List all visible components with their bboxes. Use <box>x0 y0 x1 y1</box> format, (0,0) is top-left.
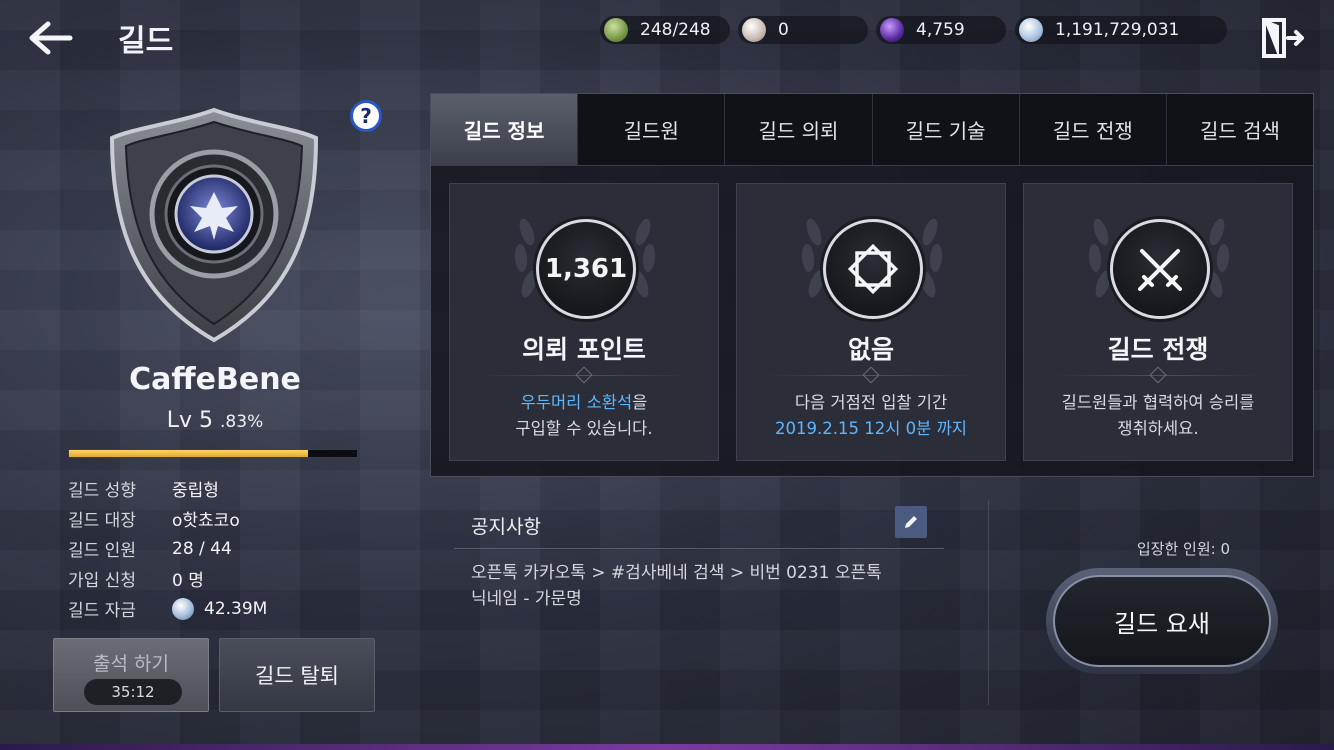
card-description: 길드원들과 협력하여 승리를 쟁취하세요. <box>1024 390 1292 442</box>
diamond-ornament <box>862 366 880 384</box>
guild-emblem-shield <box>104 104 324 344</box>
tab-guild-search[interactable]: 길드 검색 <box>1166 94 1314 165</box>
info-label: 길드 성향 <box>68 481 136 501</box>
tab-guild-members[interactable]: 길드원 <box>578 94 726 165</box>
card-title: 길드 전쟁 <box>1107 335 1209 364</box>
tab-guild-war[interactable]: 길드 전쟁 <box>1019 94 1167 165</box>
leave-guild-button[interactable]: 길드 탈퇴 <box>219 638 375 712</box>
stronghold-medal <box>823 219 923 319</box>
crystal-value: 4,759 <box>916 20 965 40</box>
notice-line-1: 오픈톡 카카오톡 > #검사베네 검색 > 비번 0231 오픈톡 <box>471 563 882 583</box>
crossed-swords-icon <box>1138 249 1182 291</box>
request-points-value: 1,361 <box>544 254 628 284</box>
info-row-applications: 가입 신청 0 명 <box>68 566 204 591</box>
attendance-timer: 35:12 <box>84 679 182 705</box>
stronghold-icon <box>847 243 899 295</box>
desc-text: 을 <box>632 393 648 412</box>
request-points-card[interactable]: 1,361 의뢰 포인트 우두머리 소환석을 구입할 수 있습니다. <box>449 183 719 461</box>
edit-pencil-icon[interactable] <box>895 506 927 538</box>
info-label: 길드 인원 <box>68 541 136 561</box>
stamina-value: 248/248 <box>640 20 711 40</box>
bottom-glow <box>0 744 1334 750</box>
highlight-text: 우두머리 소환석 <box>520 393 633 412</box>
pearl-currency: 0 <box>738 16 868 44</box>
card-description: 우두머리 소환석을 구입할 수 있습니다. <box>450 390 718 442</box>
exit-door-icon[interactable] <box>1258 16 1306 60</box>
desc-text: 다음 거점전 입찰 기간 <box>794 393 948 412</box>
silver-coin-icon <box>172 597 194 620</box>
attendance-label: 출석 하기 <box>93 653 169 675</box>
stamina-icon <box>604 18 628 42</box>
tab-guild-requests[interactable]: 길드 의뢰 <box>725 94 873 165</box>
diamond-ornament <box>575 366 593 384</box>
desc-text: 길드원들과 협력하여 승리를 <box>1061 393 1255 412</box>
guild-fortress-button[interactable]: 길드 요새 <box>1046 568 1278 674</box>
highlight-text: 2019.2.15 12시 0분 까지 <box>775 419 967 438</box>
info-row-funds: 길드 자금 42.39M <box>68 596 267 621</box>
stronghold-card[interactable]: 없음 다음 거점전 입찰 기간 2019.2.15 12시 0분 까지 <box>736 183 1006 461</box>
desc-text: 구입할 수 있습니다. <box>515 419 653 438</box>
diamond-ornament <box>1149 366 1167 384</box>
guild-funds-value: 42.39M <box>204 598 268 619</box>
vertical-divider <box>988 500 989 705</box>
attendance-button[interactable]: 출석 하기 35:12 <box>53 638 209 712</box>
guild-xp-bar <box>68 449 358 458</box>
info-row-members: 길드 인원 28 / 44 <box>68 536 232 562</box>
info-value: 28 / 44 <box>172 538 232 559</box>
info-value: 42.39M <box>172 596 267 621</box>
help-icon[interactable]: ? <box>350 100 382 132</box>
guild-level-value: Lv 5 <box>166 408 214 433</box>
notice-text: 오픈톡 카카오톡 > #검사베네 검색 > 비번 0231 오픈톡 닉네임 - … <box>471 560 931 612</box>
info-row-leader: 길드 대장 o핫쵸코o <box>68 506 240 531</box>
info-label: 가입 신청 <box>68 571 136 591</box>
guild-war-card[interactable]: 길드 전쟁 길드원들과 협력하여 승리를 쟁취하세요. <box>1023 183 1293 461</box>
desc-text: 쟁취하세요. <box>1117 419 1199 438</box>
guild-level-percent: .83% <box>220 412 264 432</box>
guild-xp-fill <box>69 450 309 457</box>
pearl-value: 0 <box>778 20 789 40</box>
tab-guild-skills[interactable]: 길드 기술 <box>872 94 1020 165</box>
card-description: 다음 거점전 입찰 기간 2019.2.15 12시 0분 까지 <box>737 390 1005 442</box>
card-title: 없음 <box>847 335 894 364</box>
back-arrow-icon[interactable] <box>26 18 74 58</box>
silver-value: 1,191,729,031 <box>1055 20 1180 40</box>
info-value: o핫쵸코o <box>172 511 240 531</box>
page-title: 길드 <box>118 24 174 59</box>
info-row-tendency: 길드 성향 중립형 <box>68 476 219 501</box>
info-value: 0 명 <box>172 571 204 591</box>
tab-bar: 길드 정보 길드원 길드 의뢰 길드 기술 길드 전쟁 길드 검색 <box>431 94 1314 166</box>
crystal-currency: 4,759 <box>876 16 1006 44</box>
stamina-currency: 248/248 <box>600 16 730 44</box>
request-points-medal: 1,361 <box>536 219 636 319</box>
tab-guild-info[interactable]: 길드 정보 <box>431 94 579 165</box>
card-title: 의뢰 포인트 <box>522 335 646 364</box>
entered-count: 입장한 인원: 0 <box>1136 540 1230 558</box>
notice-title: 공지사항 <box>471 516 541 538</box>
guild-level: Lv 5 .83% <box>70 408 360 433</box>
guild-fortress-label: 길드 요새 <box>1053 575 1271 667</box>
guild-name: CaffeBene <box>129 362 301 397</box>
notice-divider <box>454 548 944 549</box>
info-label: 길드 대장 <box>68 511 136 531</box>
guild-war-medal <box>1110 219 1210 319</box>
info-label: 길드 자금 <box>68 601 136 621</box>
notice-line-2: 닉네임 - 가문명 <box>471 589 582 609</box>
pearl-icon <box>742 18 766 42</box>
info-value: 중립형 <box>172 481 219 501</box>
guild-tab-panel: 길드 정보 길드원 길드 의뢰 길드 기술 길드 전쟁 길드 검색 1,361 … <box>430 93 1314 477</box>
silver-coin-icon <box>1019 18 1043 42</box>
crystal-icon <box>880 18 904 42</box>
silver-currency: 1,191,729,031 <box>1015 16 1227 44</box>
